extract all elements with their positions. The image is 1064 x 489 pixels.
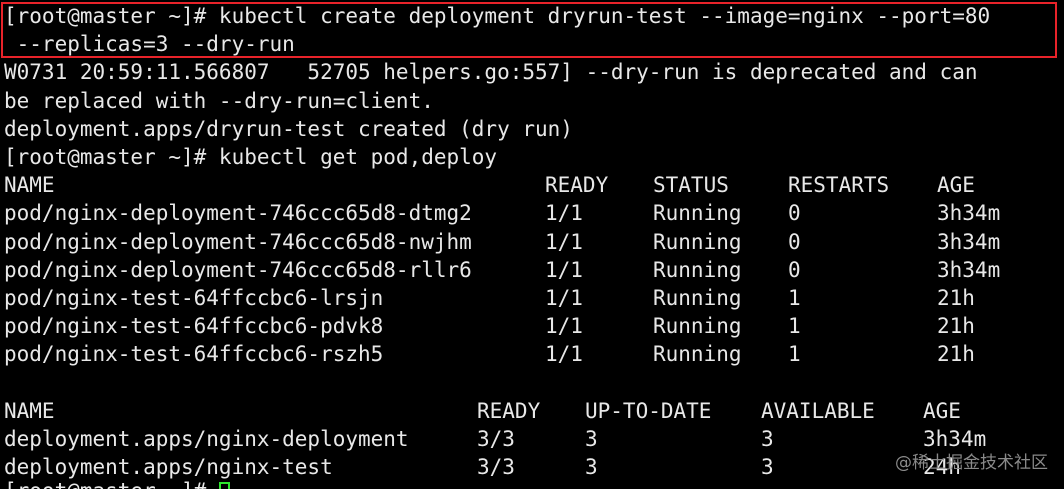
pods-cell-name: pod/nginx-deployment-746ccc65d8-rllr6: [4, 257, 472, 282]
pods-cell-ready: 1/1: [545, 285, 583, 310]
pods-cell-age: 3h34m: [937, 201, 1001, 226]
get-command-line: [root@master ~]# kubectl get pod,deploy: [4, 144, 498, 169]
pods-cell-name: pod/nginx-deployment-746ccc65d8-nwjhm: [4, 229, 472, 254]
pods-cell-age: 3h34m: [937, 229, 1001, 254]
final-prompt: [root@master ~]#: [4, 479, 219, 489]
pods-cell-status: Running: [653, 342, 742, 367]
pods-cell-restarts: 1: [788, 285, 801, 310]
cursor: [218, 482, 230, 489]
pods-row: pod/nginx-deployment-746ccc65d8-dtmg2 1/1…: [4, 199, 1064, 227]
pods-row: pod/nginx-deployment-746ccc65d8-rllr6 1/1…: [4, 256, 1064, 284]
pods-header-name: NAME: [4, 173, 55, 198]
pods-cell-age: 21h: [937, 285, 975, 310]
pods-cell-restarts: 0: [788, 201, 801, 226]
deploy-cell-ready: 3/3: [477, 455, 515, 479]
pods-cell-restarts: 0: [788, 257, 801, 282]
pods-row: pod/nginx-test-64ffccbc6-rszh5 1/1 Running…: [4, 340, 1064, 368]
final-prompt-line[interactable]: [root@master ~]#: [4, 477, 230, 489]
deploy-header-up-to-date: UP-TO-DATE: [585, 398, 712, 423]
pods-cell-ready: 1/1: [545, 257, 583, 282]
pods-row: pod/nginx-test-64ffccbc6-lrsjn 1/1 Running…: [4, 284, 1064, 312]
command-line-2: --replicas=3 --dry-run: [4, 32, 295, 57]
pods-cell-ready: 1/1: [545, 342, 583, 367]
pods-header-age: AGE: [937, 173, 975, 198]
pods-cell-age: 21h: [937, 314, 975, 339]
pods-header-ready: READY: [545, 173, 609, 198]
deploy-cell-name: deployment.apps/nginx-deployment: [4, 426, 409, 451]
pods-header-restarts: RESTARTS: [788, 173, 890, 198]
pods-cell-name: pod/nginx-test-64ffccbc6-lrsjn: [4, 285, 384, 310]
pods-cell-ready: 1/1: [545, 314, 583, 339]
pods-table: NAME READY STATUS RESTARTS AGE pod/nginx…: [4, 171, 1064, 368]
deploy-cell-up-to-date: 3: [585, 426, 598, 451]
pods-row: pod/nginx-test-64ffccbc6-pdvk8 1/1 Running…: [4, 312, 1064, 340]
pods-cell-status: Running: [653, 257, 742, 282]
pods-cell-name: pod/nginx-test-64ffccbc6-rszh5: [4, 342, 384, 367]
pods-cell-name: pod/nginx-test-64ffccbc6-pdvk8: [4, 314, 384, 339]
watermark: @稀土掘金技术社区: [895, 453, 1048, 473]
pods-cell-status: Running: [653, 229, 742, 254]
pods-cell-age: 21h: [937, 342, 975, 367]
deploy-header-ready: READY: [477, 398, 541, 423]
pods-cell-restarts: 1: [788, 314, 801, 339]
pods-header-status: STATUS: [653, 173, 729, 198]
command-line-1: [root@master ~]# kubectl create deployme…: [4, 4, 991, 28]
pods-cell-ready: 1/1: [545, 201, 583, 226]
warning-line-1: W0731 20:59:11.566807 52705 helpers.go:5…: [4, 60, 978, 85]
pods-cell-status: Running: [653, 285, 742, 310]
pods-cell-status: Running: [653, 201, 742, 226]
pods-cell-ready: 1/1: [545, 229, 583, 254]
pods-cell-status: Running: [653, 314, 742, 339]
terminal-output: [root@master ~]# kubectl create deployme…: [4, 2, 1064, 481]
pods-table-header: NAME READY STATUS RESTARTS AGE: [4, 171, 1064, 199]
deploy-cell-ready: 3/3: [477, 426, 515, 451]
pods-cell-restarts: 1: [788, 342, 801, 367]
deploy-table-header: NAME READY UP-TO-DATE AVAILABLE AGE: [4, 397, 1064, 425]
pods-cell-name: pod/nginx-deployment-746ccc65d8-dtmg2: [4, 201, 472, 226]
deploy-header-name: NAME: [4, 398, 55, 423]
pods-cell-restarts: 0: [788, 229, 801, 254]
deploy-header-available: AVAILABLE: [761, 398, 875, 423]
deploy-header-age: AGE: [923, 398, 961, 423]
warning-line-2: be replaced with --dry-run=client.: [4, 88, 434, 113]
pods-row: pod/nginx-deployment-746ccc65d8-nwjhm 1/1…: [4, 228, 1064, 256]
pods-cell-age: 3h34m: [937, 257, 1001, 282]
created-line: deployment.apps/dryrun-test created (dry…: [4, 116, 573, 141]
deploy-cell-up-to-date: 3: [585, 455, 598, 479]
terminal-window[interactable]: [root@master ~]# kubectl create deployme…: [0, 0, 1064, 489]
